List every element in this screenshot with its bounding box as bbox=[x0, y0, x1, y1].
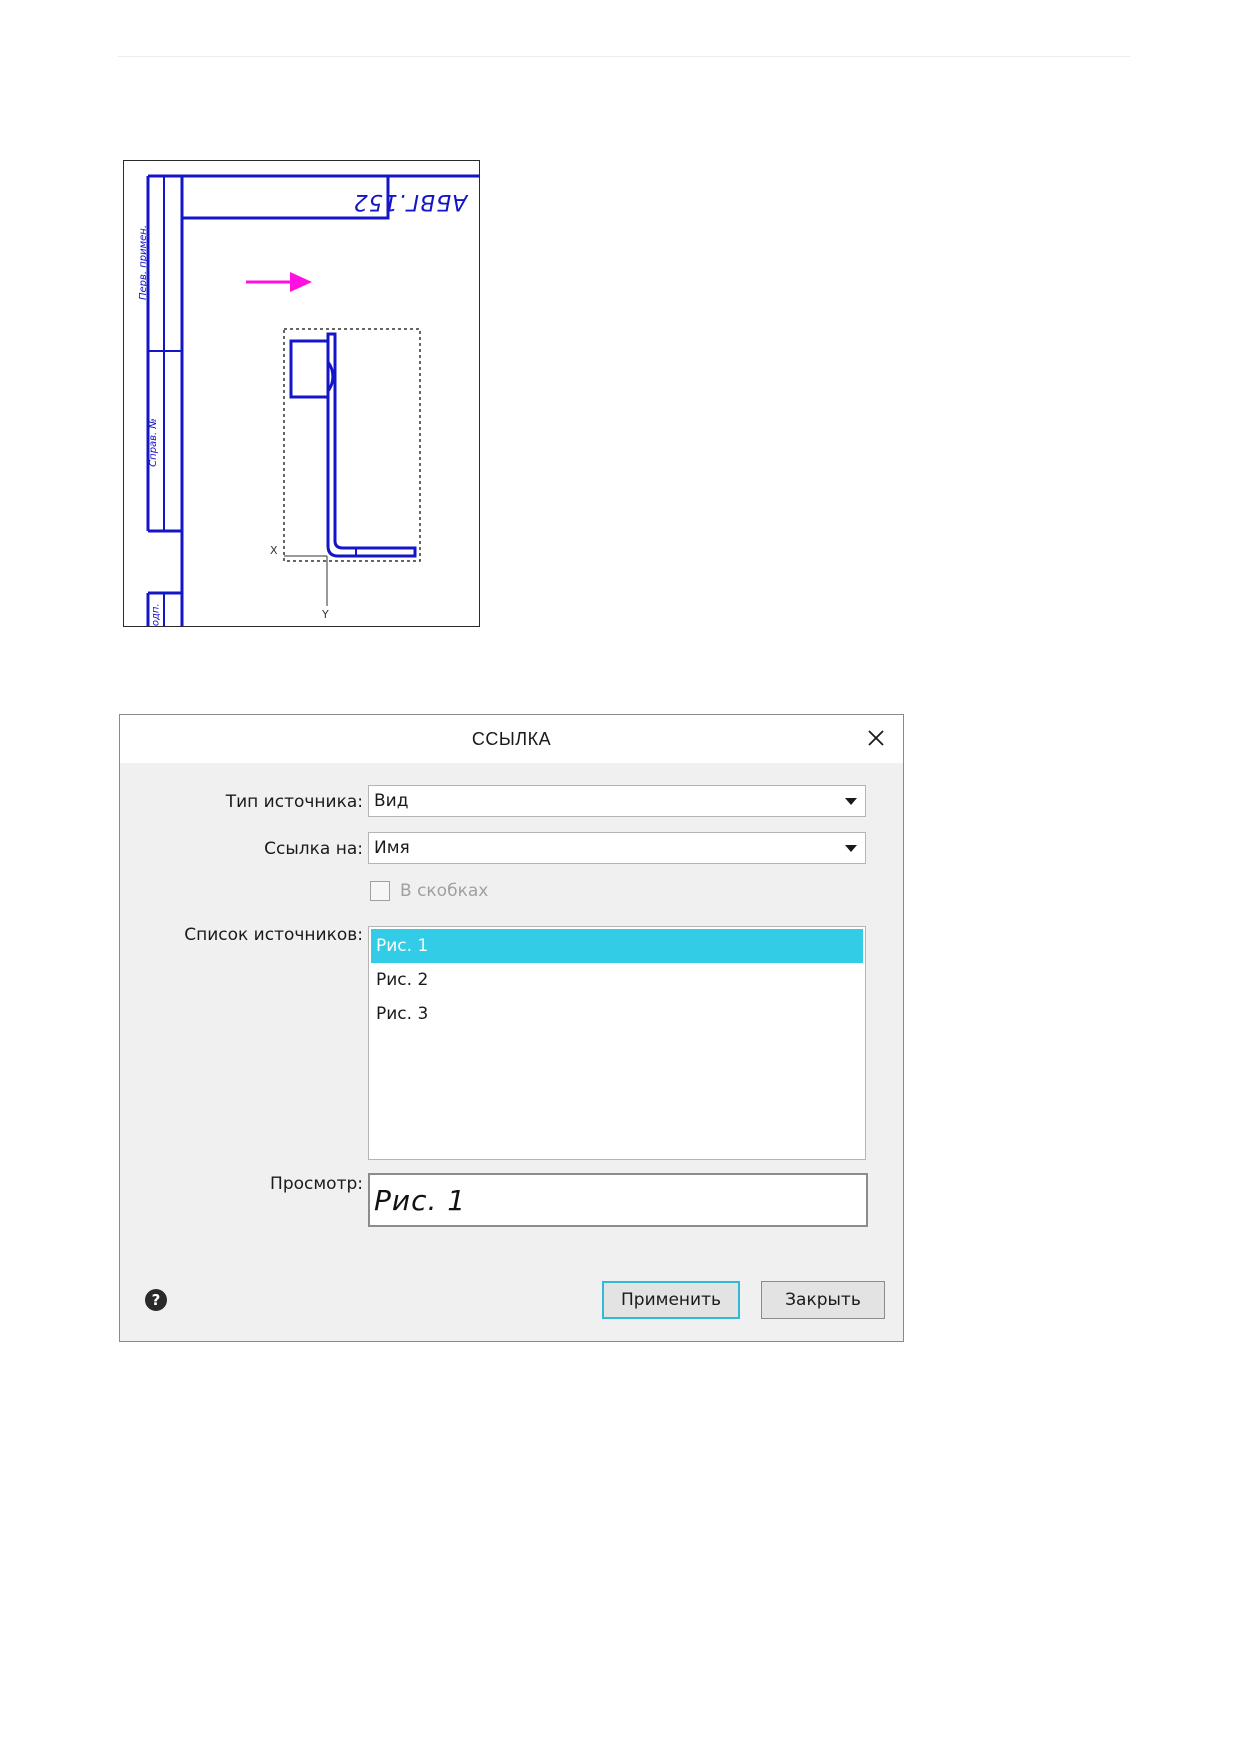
source-type-value: Вид bbox=[374, 791, 409, 811]
in-brackets-row: В скобках bbox=[370, 881, 488, 901]
axis-y-label: Y bbox=[321, 608, 329, 621]
arrow-head bbox=[290, 272, 312, 292]
list-item[interactable]: Рис. 2 bbox=[371, 963, 863, 997]
dialog-titlebar: ССЫЛКА bbox=[120, 715, 903, 763]
axis-x-label: X bbox=[270, 544, 278, 557]
preview-label: Просмотр: bbox=[270, 1174, 363, 1194]
list-item[interactable]: Рис. 3 bbox=[371, 997, 863, 1031]
source-type-label: Тип источника: bbox=[225, 792, 363, 812]
sources-list[interactable]: Рис. 1 Рис. 2 Рис. 3 bbox=[368, 926, 866, 1160]
in-brackets-checkbox[interactable] bbox=[370, 881, 390, 901]
stamp-text: АБВГ.152 bbox=[352, 189, 468, 215]
reference-to-select[interactable]: Имя bbox=[368, 832, 866, 864]
margin-label-1: Перв. примен. bbox=[138, 224, 150, 301]
drawing-canvas: X Y bbox=[146, 174, 479, 626]
close-dialog-button[interactable]: Закрыть bbox=[761, 1281, 885, 1319]
dialog-title: ССЫЛКА bbox=[471, 728, 552, 749]
link-dialog: ССЫЛКА Тип источника: Вид Ссылка на: Имя… bbox=[119, 714, 904, 1342]
reference-to-label: Ссылка на: bbox=[264, 839, 363, 859]
close-icon bbox=[868, 730, 884, 746]
chevron-down-icon bbox=[845, 798, 857, 805]
preview-field: Рис. 1 bbox=[368, 1173, 868, 1227]
margin-label-2: Справ. № bbox=[147, 418, 159, 467]
cad-drawing: X Y АБВГ.152 Перв. примен. Справ. № Подп… bbox=[123, 160, 480, 627]
part-block bbox=[289, 339, 330, 399]
list-item[interactable]: Рис. 1 bbox=[371, 929, 863, 963]
in-brackets-label: В скобках bbox=[400, 881, 489, 901]
apply-button[interactable]: Применить bbox=[602, 1281, 740, 1319]
help-icon[interactable]: ? bbox=[145, 1289, 167, 1311]
page-top-rule bbox=[118, 56, 1130, 57]
margin-label-3: Подп. bbox=[150, 603, 162, 627]
sources-label: Список источников: bbox=[184, 925, 363, 945]
selection-box bbox=[283, 328, 421, 562]
source-type-select[interactable]: Вид bbox=[368, 785, 866, 817]
bracket-profile bbox=[326, 332, 417, 558]
reference-to-value: Имя bbox=[374, 838, 410, 858]
close-button[interactable] bbox=[863, 725, 889, 751]
chevron-down-icon bbox=[845, 845, 857, 852]
